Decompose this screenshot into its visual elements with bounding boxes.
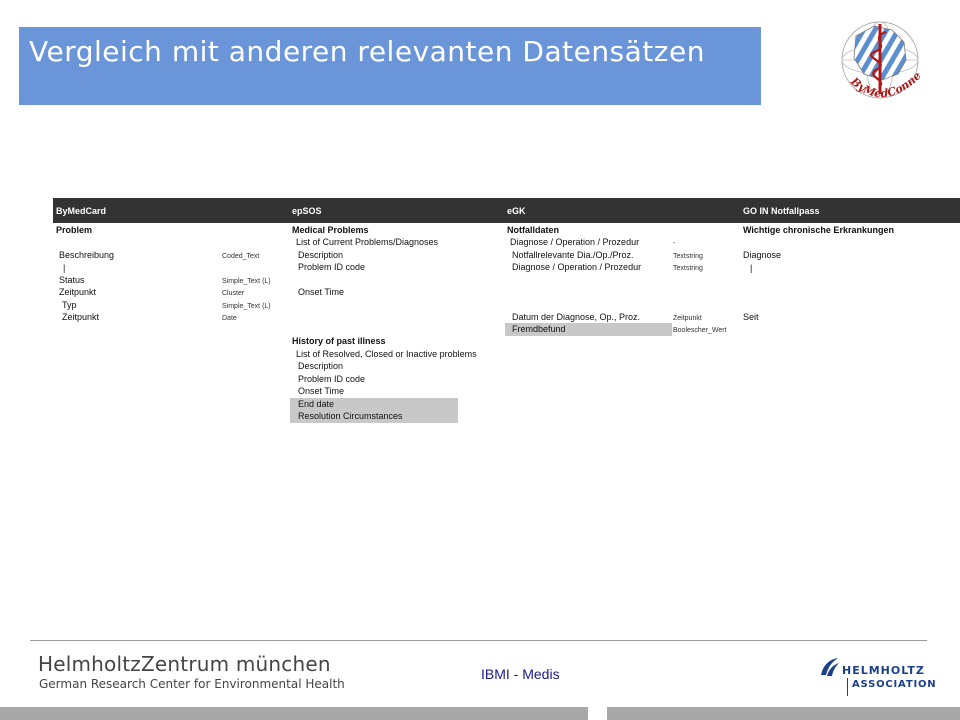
association-line1: HELMHOLTZ xyxy=(842,664,925,677)
egk-row: Fremdbefund xyxy=(512,324,566,334)
egk-row: Diagnose / Operation / Prozedur xyxy=(510,237,640,247)
footer-bar-right xyxy=(607,707,960,720)
goin-row: | xyxy=(750,263,753,273)
egk-row: Datum der Diagnose, Op., Proz. xyxy=(512,312,641,322)
bymedcard-type: Simple_Text (L) xyxy=(222,278,271,285)
goin-row: Seit xyxy=(743,312,759,322)
epsos-row: Problem ID code xyxy=(298,262,366,272)
egk-row: Diagnose / Operation / Prozedur xyxy=(512,262,642,272)
bymedcard-row: Beschreibung xyxy=(59,250,115,260)
slide-title: Vergleich mit anderen relevanten Datensä… xyxy=(29,35,705,68)
egk-type: Boolescher_Wert xyxy=(673,327,727,334)
bymedcard-type: Cluster xyxy=(222,290,245,297)
association-line2: ASSOCIATION xyxy=(852,679,937,690)
bymedcard-type: Coded_Text xyxy=(222,253,260,260)
bymedcard-row: Typ xyxy=(62,300,77,310)
epsos-row: Problem ID code xyxy=(298,374,366,384)
header-bymedcard: ByMedCard xyxy=(56,206,107,216)
egk-row: Notfalldaten xyxy=(507,225,560,235)
bymedcard-row: Status xyxy=(59,275,85,285)
epsos-row: Description xyxy=(298,250,344,260)
egk-type: Textstring xyxy=(673,253,703,260)
epsos-row: Onset Time xyxy=(298,287,345,297)
bymedconnect-logo: ByMedConnect xyxy=(831,6,926,114)
epsos-row: Onset Time xyxy=(298,386,345,396)
egk-type: Textstring xyxy=(673,265,703,272)
epsos-row: History of past illness xyxy=(292,336,386,346)
header-epsos: epSOS xyxy=(292,206,322,216)
epsos-row: List of Resolved, Closed or Inactive pro… xyxy=(296,349,477,359)
footer-bar-left xyxy=(0,707,588,720)
epsos-row: End date xyxy=(298,399,335,409)
title-banner: Vergleich mit anderen relevanten Datensä… xyxy=(19,27,761,105)
goin-row: Wichtige chronische Erkrankungen xyxy=(743,225,894,235)
helmholtz-swoosh-icon xyxy=(821,658,839,676)
epsos-row: Description xyxy=(298,361,344,371)
epsos-row: List of Current Problems/Diagnoses xyxy=(296,237,439,247)
footer-center-label: IBMI - Medis xyxy=(481,666,560,682)
bymedcard-type: Simple_Text (L) xyxy=(222,303,271,310)
association-divider xyxy=(847,678,848,696)
helmholtz-zentrum-logo-subtitle: German Research Center for Environmental… xyxy=(39,677,345,691)
bymedcard-row: Zeitpunkt xyxy=(62,312,100,322)
goin-row: Diagnose xyxy=(743,250,782,260)
egk-type: Zeitpunkt xyxy=(673,315,702,322)
egk-row: Notfallrelevante Dia./Op./Proz. xyxy=(512,250,634,260)
epsos-row: Medical Problems xyxy=(292,225,369,235)
bymedcard-type: Date xyxy=(222,315,237,322)
footer-divider xyxy=(30,640,927,641)
header-egk: eGK xyxy=(507,206,526,216)
bymedcard-row: Zeitpunkt xyxy=(59,287,97,297)
epsos-row: Resolution Circumstances xyxy=(298,411,403,421)
bymedcard-row: Problem xyxy=(56,225,93,235)
header-goin: GO IN Notfallpass xyxy=(743,206,820,216)
egk-type: - xyxy=(673,240,676,247)
helmholtz-zentrum-logo-name: HelmholtzZentrum münchen xyxy=(38,652,331,676)
bymedcard-row: | xyxy=(63,263,66,273)
